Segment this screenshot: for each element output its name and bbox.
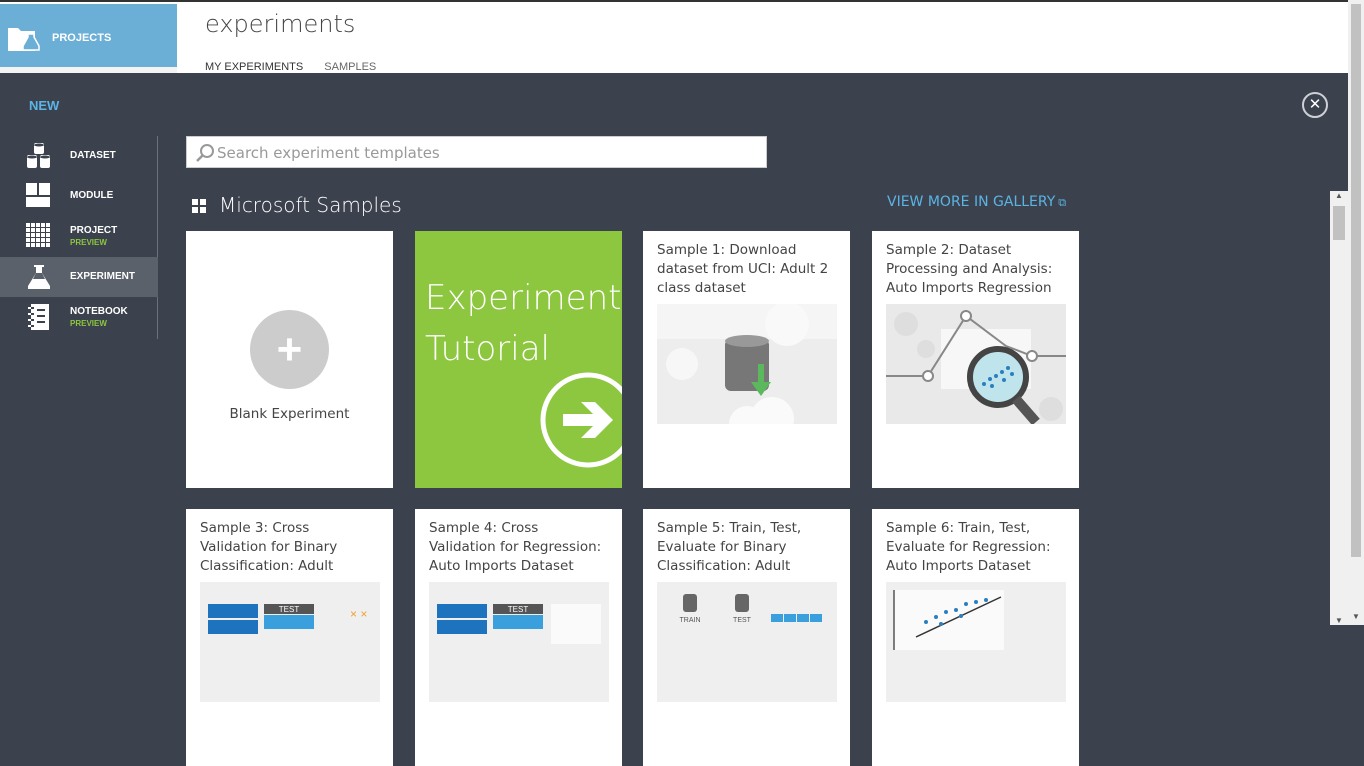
card-title: Blank Experiment (229, 406, 350, 422)
nav-preview-badge: PREVIEW (70, 238, 107, 247)
card-title: Sample 6: Train, Test, Evaluate for Regr… (886, 520, 1051, 574)
nav-preview-badge: PREVIEW (70, 319, 107, 328)
card-sample-4[interactable]: Sample 4: Cross Validation for Regressio… (415, 509, 622, 766)
train-test-illustration: TRAIN TEST (657, 582, 837, 702)
close-button[interactable]: ✕ (1302, 92, 1328, 118)
nav-item-module[interactable]: MODULE (0, 176, 158, 216)
card-blank-experiment[interactable]: + Blank Experiment (186, 231, 393, 488)
card-sample-2[interactable]: Sample 2: Dataset Processing and Analysi… (872, 231, 1079, 488)
close-icon: ✕ (1308, 96, 1322, 113)
card-title: Sample 4: Cross Validation for Regressio… (429, 520, 602, 574)
test-label: TEST (508, 605, 529, 614)
new-type-nav: DATASET MODULE PROJECT PREVIEW EXPERIMEN… (0, 136, 158, 339)
search-input[interactable] (217, 141, 757, 165)
test-label: TEST (733, 617, 752, 624)
download-dataset-illustration (657, 304, 837, 424)
page-scrollbar[interactable]: ▼ (1348, 0, 1364, 625)
regression-scatter-illustration (886, 582, 1066, 702)
cross-validation-illustration: TEST × × (200, 582, 380, 702)
nav-label-dataset: DATASET (70, 150, 116, 161)
magnifier-chart-illustration (886, 304, 1066, 424)
nav-label-project: PROJECT (70, 225, 118, 236)
scroll-up-arrow-icon[interactable]: ▲ (1335, 191, 1343, 200)
external-link-icon: ⧉ (1058, 196, 1067, 209)
notebook-icon (28, 304, 49, 330)
card-title: Sample 2: Dataset Processing and Analysi… (886, 242, 1053, 296)
page-scrollbar-thumb[interactable] (1351, 4, 1361, 557)
gallery-scrollbar-thumb[interactable] (1333, 206, 1345, 240)
card-title: Sample 3: Cross Validation for Binary Cl… (200, 520, 338, 574)
top-bar: PROJECTS experiments MY EXPERIMENTS SAMP… (0, 0, 1348, 76)
projects-tile[interactable]: PROJECTS (0, 4, 177, 67)
new-heading: NEW (29, 98, 60, 113)
cross-validation-regression-illustration: TEST (429, 582, 609, 702)
arrow-right-circle-icon (540, 372, 622, 468)
template-search[interactable] (186, 136, 767, 168)
view-gallery-link[interactable]: VIEW MORE IN GALLERY ⧉ (887, 194, 1066, 210)
tutorial-line-1: Experiment (425, 278, 622, 318)
projects-label: PROJECTS (52, 32, 112, 44)
module-icon (26, 183, 50, 207)
card-title: Sample 1: Download dataset from UCI: Adu… (657, 242, 829, 296)
gallery-scrollbar[interactable]: ▲ ▼ (1330, 191, 1348, 625)
tab-samples[interactable]: SAMPLES (324, 61, 376, 73)
page-title: experiments (205, 10, 356, 38)
nav-label-experiment: EXPERIMENT (70, 271, 136, 282)
nav-item-dataset[interactable]: DATASET (0, 136, 158, 176)
nav-item-project[interactable]: PROJECT PREVIEW (0, 216, 158, 256)
nav-label-module: MODULE (70, 190, 114, 201)
card-sample-5[interactable]: Sample 5: Train, Test, Evaluate for Bina… (643, 509, 850, 766)
nav-item-notebook[interactable]: NOTEBOOK PREVIEW (0, 297, 158, 337)
card-sample-6[interactable]: Sample 6: Train, Test, Evaluate for Regr… (872, 509, 1079, 766)
search-icon (196, 144, 214, 162)
scroll-down-arrow-icon[interactable]: ▼ (1352, 612, 1360, 621)
card-title: Experiment Tutorial (425, 273, 621, 375)
nav-label-notebook: NOTEBOOK (70, 306, 128, 317)
scroll-down-arrow-icon[interactable]: ▼ (1335, 616, 1343, 625)
tiles-icon (192, 199, 206, 213)
svg-text:× ×: × × (350, 607, 367, 621)
flask-icon (28, 265, 50, 289)
train-label: TRAIN (680, 617, 701, 624)
card-experiment-tutorial[interactable]: Experiment Tutorial (415, 231, 622, 488)
plus-icon: + (250, 310, 329, 389)
nav-item-experiment[interactable]: EXPERIMENT (0, 257, 158, 297)
card-sample-1[interactable]: Sample 1: Download dataset from UCI: Adu… (643, 231, 850, 488)
project-grid-icon (26, 223, 50, 247)
tutorial-line-2: Tutorial (425, 329, 550, 369)
section-title: Microsoft Samples (219, 193, 402, 217)
new-item-overlay: NEW ✕ DATASET MODULE PROJECT PREVIEW EXP… (0, 73, 1348, 766)
folder-flask-icon (8, 28, 40, 51)
card-sample-3[interactable]: Sample 3: Cross Validation for Binary Cl… (186, 509, 393, 766)
test-label: TEST (279, 605, 300, 614)
gallery-link-label: VIEW MORE IN GALLERY (887, 194, 1056, 210)
dataset-icon (27, 143, 50, 168)
card-title: Sample 5: Train, Test, Evaluate for Bina… (657, 520, 802, 574)
